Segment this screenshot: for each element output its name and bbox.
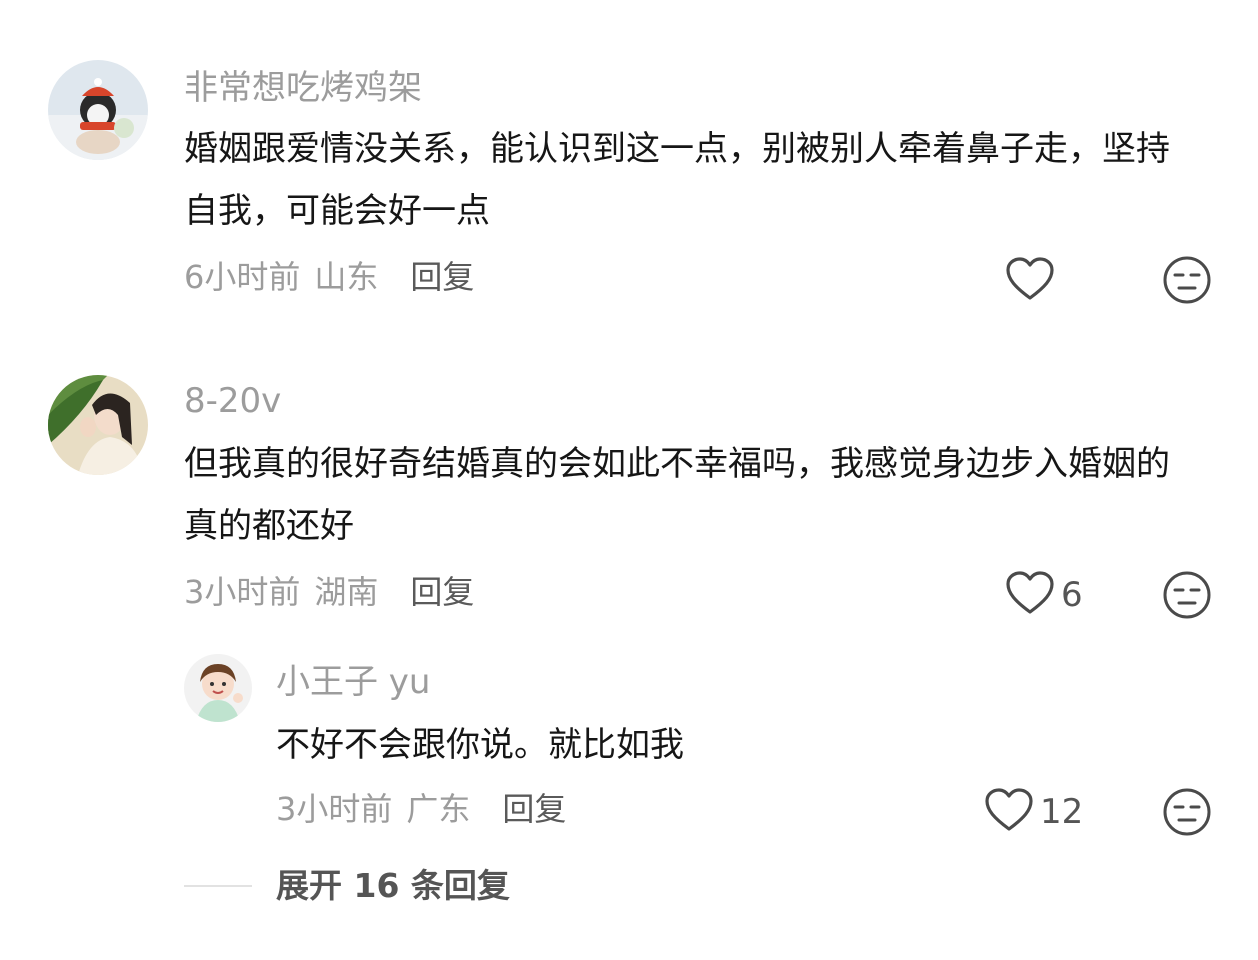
comment-meta: 3小时前 广东 回复 bbox=[276, 789, 566, 829]
like-button[interactable]: 12 bbox=[984, 787, 1083, 837]
reply-comment: 小王子 yu 不好不会跟你说。就比如我 3小时前 广东 回复 12 bbox=[0, 0, 1258, 850]
divider bbox=[184, 885, 252, 887]
meh-face-icon bbox=[1162, 788, 1212, 841]
timestamp: 3小时前 bbox=[276, 790, 393, 828]
like-count: 12 bbox=[1040, 792, 1084, 832]
expand-replies-button[interactable]: 展开 16 条回复 bbox=[184, 864, 510, 908]
username[interactable]: 小王子 yu bbox=[276, 662, 430, 702]
avatar[interactable] bbox=[184, 654, 252, 722]
expand-replies-label: 展开 16 条回复 bbox=[276, 866, 510, 905]
location: 广东 bbox=[406, 790, 471, 828]
heart-outline-icon bbox=[984, 787, 1034, 837]
dislike-button[interactable] bbox=[1162, 787, 1212, 841]
reply-button[interactable]: 回复 bbox=[502, 789, 566, 829]
comment-text: 不好不会跟你说。就比如我 bbox=[276, 725, 684, 765]
